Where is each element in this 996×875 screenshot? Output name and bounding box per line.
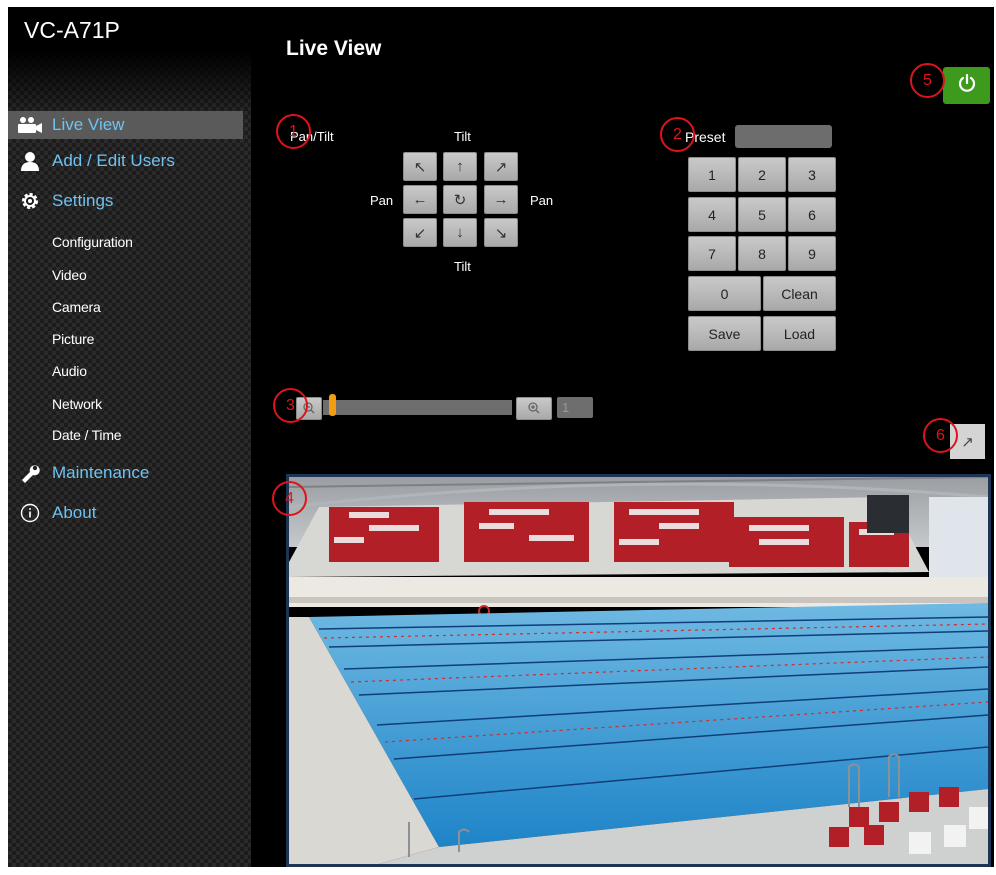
tilt-label-top: Tilt	[454, 129, 471, 144]
sidebar-subitem-configuration[interactable]: Configuration	[52, 234, 133, 250]
zoom-in-button[interactable]	[516, 397, 552, 420]
sidebar-item-about[interactable]: About	[8, 499, 243, 527]
preset-load-button[interactable]: Load	[763, 316, 836, 351]
pan-tilt-up-left-button[interactable]: ↖	[403, 152, 437, 181]
sidebar-subitem-video[interactable]: Video	[52, 267, 87, 283]
callout-5: 5	[910, 63, 945, 98]
live-video-frame[interactable]	[286, 474, 991, 867]
preset-key-0[interactable]: 0	[688, 276, 761, 311]
preset-key-3[interactable]: 3	[788, 157, 836, 192]
sidebar-item-label: About	[52, 503, 97, 522]
sidebar-item-add-edit-users[interactable]: Add / Edit Users	[8, 147, 243, 175]
expand-icon: ↗	[961, 433, 974, 451]
preset-key-2[interactable]: 2	[738, 157, 786, 192]
zoom-slider-thumb[interactable]	[329, 394, 336, 416]
live-video-image	[289, 477, 988, 864]
tilt-up-button[interactable]: ↑	[443, 152, 477, 181]
preset-clean-button[interactable]: Clean	[763, 276, 836, 311]
page-title: Live View	[286, 37, 382, 60]
gear-icon	[8, 191, 52, 211]
sidebar-subitem-camera[interactable]: Camera	[52, 299, 101, 315]
sidebar-item-label: Maintenance	[52, 463, 150, 482]
pan-right-button[interactable]: →	[484, 185, 518, 214]
callout-6: 6	[923, 418, 958, 453]
sidebar: VC-A71P Live View Add / Edit Users Setti…	[8, 7, 251, 867]
preset-save-button[interactable]: Save	[688, 316, 761, 351]
preset-key-7[interactable]: 7	[688, 236, 736, 271]
pan-tilt-up-right-button[interactable]: ↗	[484, 152, 518, 181]
callout-3: 3	[273, 388, 308, 423]
pan-label-right: Pan	[530, 193, 554, 208]
callout-1: 1	[276, 114, 311, 149]
callout-4: 4	[272, 481, 307, 516]
sidebar-item-label: Settings	[52, 191, 114, 210]
preset-input[interactable]	[735, 125, 832, 148]
sidebar-subitem-picture[interactable]: Picture	[52, 331, 94, 347]
preset-key-1[interactable]: 1	[688, 157, 736, 192]
sidebar-item-label: Add / Edit Users	[52, 151, 175, 170]
sidebar-subitem-network[interactable]: Network	[52, 396, 102, 412]
tilt-label-bottom: Tilt	[454, 259, 471, 274]
tilt-down-button[interactable]: ↓	[443, 218, 477, 247]
sidebar-item-live-view[interactable]: Live View	[8, 111, 243, 139]
pan-label-left: Pan	[370, 193, 394, 208]
pan-tilt-home-button[interactable]: ↻	[443, 185, 477, 214]
pan-left-button[interactable]: ←	[403, 185, 437, 214]
wrench-icon	[8, 463, 52, 483]
user-icon	[8, 151, 52, 171]
zoom-slider-track[interactable]	[323, 400, 512, 415]
power-icon	[957, 73, 977, 98]
sidebar-subitem-date-time[interactable]: Date / Time	[52, 427, 122, 443]
preset-key-4[interactable]: 4	[688, 197, 736, 232]
preset-key-5[interactable]: 5	[738, 197, 786, 232]
app-window: VC-A71P Live View Add / Edit Users Setti…	[8, 7, 994, 867]
preset-key-9[interactable]: 9	[788, 236, 836, 271]
model-name: VC-A71P	[24, 17, 120, 43]
camera-icon	[8, 116, 52, 134]
sidebar-item-settings[interactable]: Settings	[8, 187, 243, 215]
preset-key-6[interactable]: 6	[788, 197, 836, 232]
sidebar-item-label: Live View	[52, 115, 125, 134]
preset-key-8[interactable]: 8	[738, 236, 786, 271]
power-button[interactable]	[943, 67, 990, 104]
pan-tilt-down-left-button[interactable]: ↙	[403, 218, 437, 247]
zoom-in-icon	[528, 401, 540, 417]
sidebar-subitem-audio[interactable]: Audio	[52, 363, 87, 379]
callout-2: 2	[660, 117, 695, 152]
pan-tilt-down-right-button[interactable]: ↘	[484, 218, 518, 247]
zoom-value: 1	[557, 397, 593, 418]
sidebar-item-maintenance[interactable]: Maintenance	[8, 459, 243, 487]
info-icon	[8, 503, 52, 523]
